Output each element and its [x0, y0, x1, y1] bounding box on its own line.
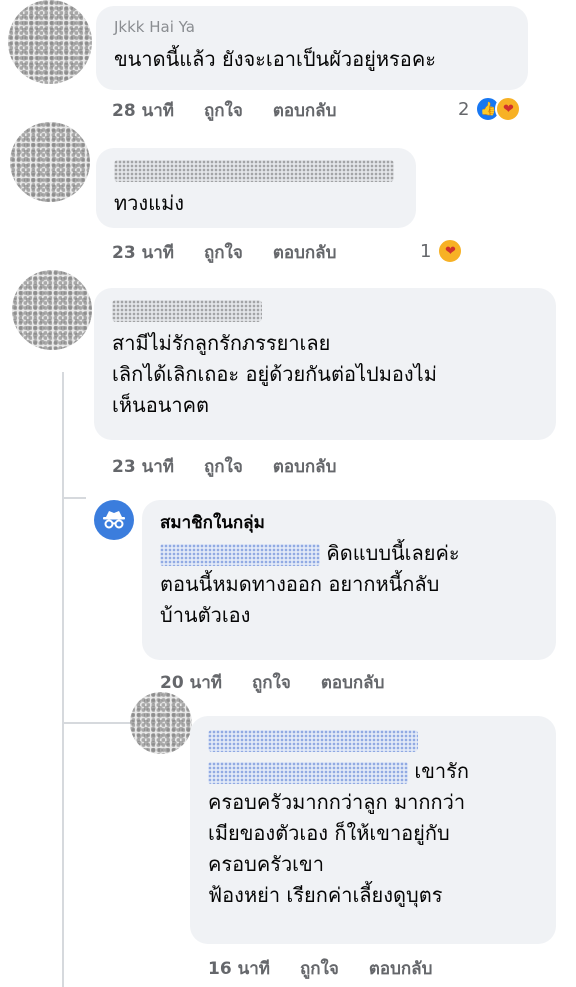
comment-time[interactable]: 28 นาที [112, 100, 174, 122]
reply-button[interactable]: ตอบกลับ [321, 672, 385, 694]
comment-actions: 23 นาที ถูกใจ ตอบกลับ [112, 456, 336, 478]
mentioned-user-redacted[interactable] [208, 761, 408, 784]
like-button[interactable]: ถูกใจ [252, 672, 291, 694]
reply-text-first-line: เขารัก [414, 759, 469, 783]
reaction-summary[interactable]: 1 ❤ [420, 238, 464, 264]
thread-line-main [62, 372, 64, 987]
comment-time[interactable]: 23 นาที [112, 456, 174, 478]
reaction-count: 1 [420, 240, 432, 262]
reply-author-redacted[interactable] [208, 730, 418, 752]
reply-bubble: เขารักครอบครัวมากกว่าลูก มากกว่า เมียของ… [190, 716, 556, 944]
care-icon: ❤ [437, 238, 464, 264]
comment-bubble: Jkkk Hai Ya ขนาดนี้แล้ว ยังจะเอาเป็นผัวอ… [96, 6, 528, 90]
reaction-count: 2 [458, 98, 470, 120]
avatar[interactable] [130, 692, 192, 754]
reply-text: คิดแบบนี้เลยค่ะตอนนี้หมดทางออก อยากหนี้ก… [160, 538, 538, 631]
anonymous-member-icon[interactable] [94, 500, 134, 540]
reply-text-rest: ครอบครัวมากกว่าลูก มากกว่า เมียของตัวเอง… [208, 790, 466, 907]
reply-text-first-line: คิดแบบนี้เลยค่ะ [326, 541, 460, 565]
care-icon: ❤ [495, 96, 522, 122]
mentioned-user-redacted[interactable] [160, 543, 320, 566]
comment-author-redacted[interactable] [112, 300, 262, 322]
reply-actions: 16 นาที ถูกใจ ตอบกลับ [208, 958, 432, 980]
reply-text: เขารักครอบครัวมากกว่าลูก มากกว่า เมียของ… [208, 756, 538, 911]
reply-bubble: สมาชิกในกลุ่ม คิดแบบนี้เลยค่ะตอนนี้หมดทา… [142, 500, 556, 660]
thread-line-branch-1 [62, 497, 86, 499]
avatar[interactable] [12, 270, 92, 350]
comment-author-redacted[interactable] [114, 160, 394, 182]
avatar[interactable] [8, 0, 92, 84]
reply-time[interactable]: 20 นาที [160, 672, 222, 694]
comment-author[interactable]: Jkkk Hai Ya [114, 18, 510, 36]
comment-text: ขนาดนี้แล้ว ยังจะเอาเป็นผัวอยู่หรอคะ [114, 47, 436, 71]
comment-actions: 28 นาที ถูกใจ ตอบกลับ [112, 100, 336, 122]
like-button[interactable]: ถูกใจ [204, 100, 243, 122]
incognito-icon [103, 511, 125, 529]
comment-text: สามีไม่รักลูกรักภรรยาเลย เลิกได้เลิกเถอะ… [112, 331, 437, 417]
reply-actions: 20 นาที ถูกใจ ตอบกลับ [160, 672, 384, 694]
like-button[interactable]: ถูกใจ [300, 958, 339, 980]
reply-button[interactable]: ตอบกลับ [273, 100, 337, 122]
comment-bubble: ทวงแม่ง [96, 148, 416, 228]
avatar[interactable] [10, 122, 90, 202]
comment-bubble: สามีไม่รักลูกรักภรรยาเลย เลิกได้เลิกเถอะ… [94, 288, 556, 440]
like-button[interactable]: ถูกใจ [204, 456, 243, 478]
reply-author[interactable]: สมาชิกในกลุ่ม [160, 512, 538, 534]
comment-text: ทวงแม่ง [114, 191, 185, 215]
reply-button[interactable]: ตอบกลับ [273, 456, 337, 478]
reply-button[interactable]: ตอบกลับ [273, 242, 337, 264]
reply-time[interactable]: 16 นาที [208, 958, 270, 980]
thread-line-branch-2 [62, 722, 132, 724]
comment-actions: 23 นาที ถูกใจ ตอบกลับ [112, 242, 336, 264]
comment-time[interactable]: 23 นาที [112, 242, 174, 264]
reply-button[interactable]: ตอบกลับ [369, 958, 433, 980]
reaction-summary[interactable]: 2 👍 ❤ [458, 96, 522, 122]
like-button[interactable]: ถูกใจ [204, 242, 243, 264]
reply-text-rest: ตอนนี้หมดทางออก อยากหนี้กลับ บ้านตัวเอง [160, 572, 440, 627]
